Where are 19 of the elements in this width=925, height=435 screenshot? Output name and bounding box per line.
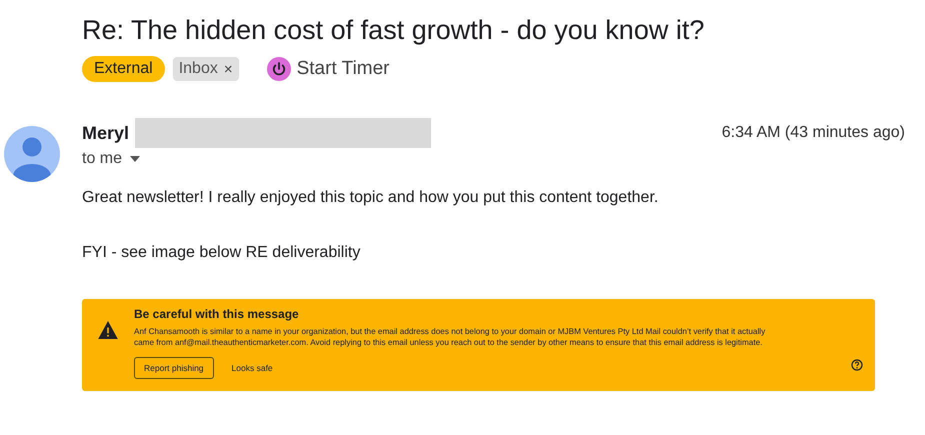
remove-label-button[interactable]: × [224,60,233,78]
email-subject: Re: The hidden cost of fast growth - do you know it? [82,14,706,47]
inbox-label: Inbox × [172,57,239,81]
message-text: FYI - see image below RE deliverability [82,243,362,263]
external-label: External [82,56,165,82]
help-icon[interactable] [851,359,863,371]
warning-text: Anf Chansamooth is similar to a name in your organization, but the email address does not belong to your domain or MJBM Ventures Pty Ltd Mail couldn’t verify that it actually came from anf@mail.theauthenticmarketer.com. Avoid replying to this email unless you reach out to the sender by other means to ensure that this email address is legitimate. [134,326,766,348]
warning-icon [98,321,118,339]
report-phishing-button[interactable]: Report phishing [134,357,214,379]
warning-title: Be careful with this message [134,307,300,321]
looks-safe-button[interactable]: Looks safe [232,358,273,378]
caret-icon [130,156,140,162]
sender-name: Meryl [82,122,130,144]
start-timer-button[interactable]: Start Timer [266,57,390,81]
avatar-icon [4,126,60,182]
message-text: Great newsletter! I really enjoyed this topic and how you put this content together. [82,188,660,208]
power-icon [266,57,291,81]
message-time: 6:34 AM (43 minutes ago) [722,124,905,142]
recipient-dropdown[interactable]: to me [82,150,140,168]
